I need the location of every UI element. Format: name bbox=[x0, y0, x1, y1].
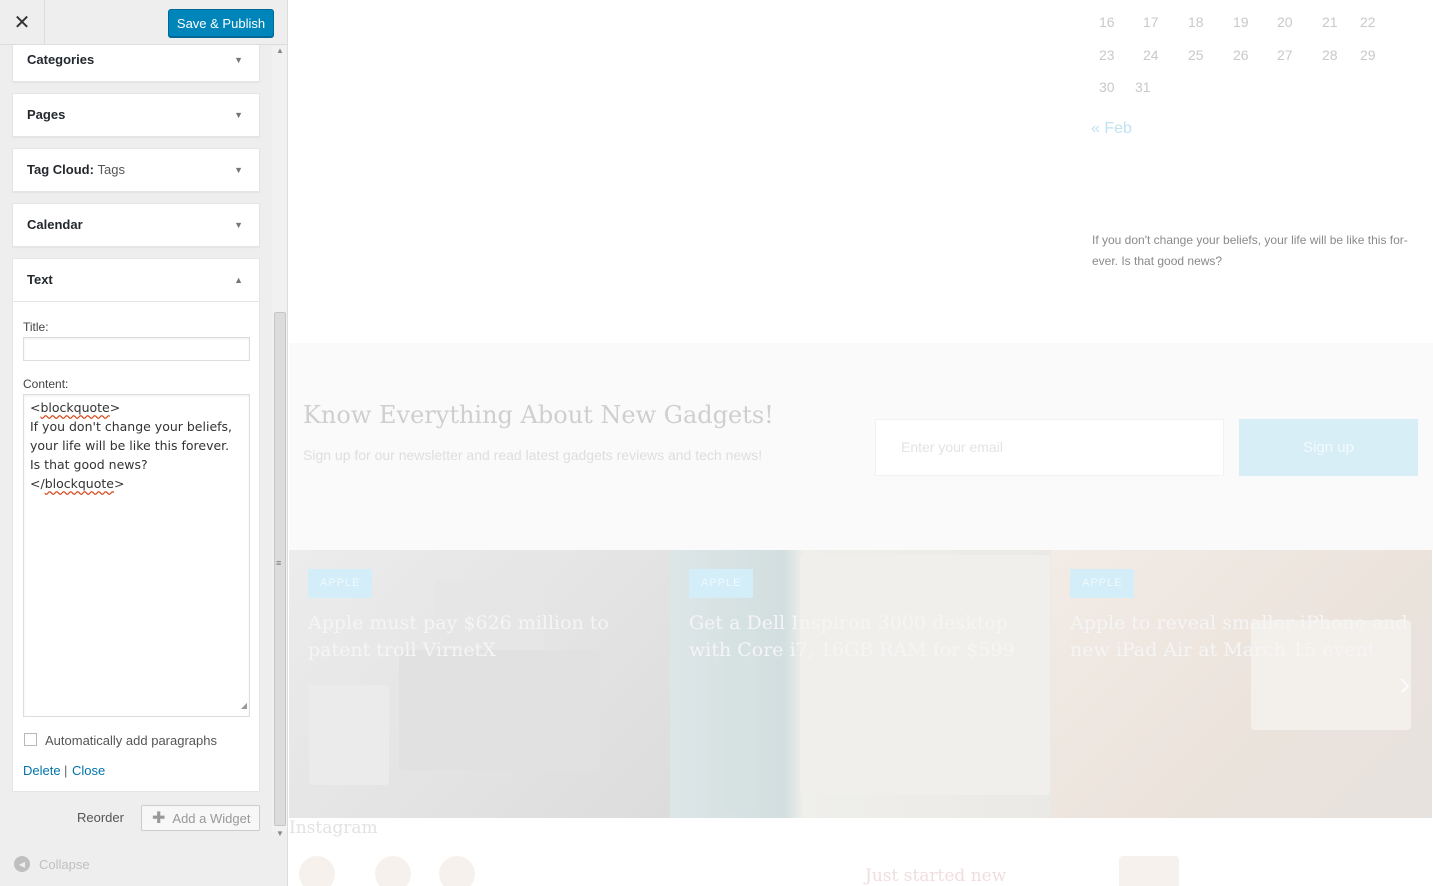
scroll-thumb[interactable]: ≡ bbox=[274, 312, 286, 826]
calendar-day: 27 bbox=[1277, 47, 1293, 63]
slide-title[interactable]: Apple must pay $626 million to patent tr… bbox=[308, 610, 658, 664]
slide-title[interactable]: Get a Dell Inspiron 3000 desktop with Co… bbox=[689, 610, 1039, 664]
instagram-heading: Instagram bbox=[289, 818, 378, 838]
category-tag[interactable]: APPLE bbox=[308, 569, 373, 598]
slider-prev-arrow-icon[interactable]: ‹ bbox=[303, 670, 313, 704]
laptop-image bbox=[399, 650, 599, 770]
resize-handle-icon[interactable]: ◢ bbox=[241, 696, 247, 715]
sidebar-scrollbar[interactable]: ▲ ≡ ▼ bbox=[272, 46, 287, 838]
instagram-feed: Just started new bbox=[289, 846, 1433, 886]
expand-arrow-icon[interactable]: ▼ bbox=[234, 39, 243, 81]
expand-arrow-icon[interactable]: ▼ bbox=[234, 94, 243, 136]
newsletter-section: Know Everything About New Gadgets! Sign … bbox=[289, 343, 1433, 550]
slide-title[interactable]: Apple to reveal smaller iPhone and new i… bbox=[1070, 610, 1420, 664]
widget-title: Calendar bbox=[27, 217, 83, 232]
instagram-thumb[interactable] bbox=[299, 856, 335, 886]
calendar-day: 25 bbox=[1188, 47, 1204, 63]
reorder-link[interactable]: Reorder bbox=[77, 810, 124, 825]
customizer-sidebar: ✕ Save & Publish Categories ▼ Pages ▼ Ta… bbox=[0, 0, 288, 886]
content-line: </blockquote> bbox=[30, 474, 243, 493]
calendar-day: 26 bbox=[1233, 47, 1249, 63]
add-widget-label: Add a Widget bbox=[172, 810, 251, 826]
calendar-day: 20 bbox=[1277, 14, 1293, 30]
calendar-day: 16 bbox=[1099, 14, 1115, 30]
widget-title: Tag Cloud: Tags bbox=[27, 149, 125, 191]
category-tag[interactable]: APPLE bbox=[1070, 569, 1135, 598]
notebook-image bbox=[309, 685, 389, 785]
widget-pages[interactable]: Pages ▼ bbox=[12, 93, 260, 137]
plus-icon: ✚ bbox=[152, 810, 166, 827]
auto-paragraphs-label: Automatically add paragraphs bbox=[45, 733, 217, 748]
title-input[interactable] bbox=[23, 337, 250, 361]
quote-text: If you don't change your beliefs, your l… bbox=[1092, 233, 1408, 268]
collapse-arrow-icon[interactable]: ▲ bbox=[234, 259, 243, 301]
content-line: <blockquote> bbox=[30, 398, 243, 417]
calendar-day: 24 bbox=[1143, 47, 1159, 63]
widget-title: Text bbox=[27, 272, 53, 287]
scroll-up-arrow-icon[interactable]: ▲ bbox=[276, 46, 284, 55]
title-label: Title: bbox=[23, 320, 49, 334]
calendar-day: 22 bbox=[1360, 14, 1376, 30]
collapse-label: Collapse bbox=[39, 856, 90, 872]
customizer-header: ✕ Save & Publish bbox=[0, 0, 287, 45]
widget-text: Text ▲ Title: Content: <blockquote> If yo… bbox=[12, 258, 260, 792]
category-tag[interactable]: APPLE bbox=[689, 569, 754, 598]
delete-link[interactable]: Delete bbox=[23, 763, 61, 778]
misspelled-word: blockquote bbox=[40, 400, 110, 415]
newsletter-email-input[interactable]: Enter your email bbox=[875, 419, 1224, 476]
calendar-day: 23 bbox=[1099, 47, 1115, 63]
content-line: your life will be like this forever. bbox=[30, 438, 230, 453]
close-link[interactable]: Close bbox=[72, 763, 105, 778]
collapse-sidebar-button[interactable]: ◀ Collapse bbox=[14, 856, 90, 872]
widget-text-header[interactable]: Text ▲ bbox=[13, 259, 259, 302]
scroll-grip-icon: ≡ bbox=[276, 558, 282, 568]
content-label: Content: bbox=[23, 377, 69, 391]
slide-card[interactable]: APPLE Apple must pay $626 million to pat… bbox=[289, 550, 670, 818]
calendar-day: 18 bbox=[1188, 14, 1204, 30]
slide-card[interactable]: APPLE Get a Dell Inspiron 3000 desktop w… bbox=[670, 550, 1051, 818]
newsletter-subtitle: Sign up for our newsletter and read late… bbox=[303, 447, 763, 463]
auto-paragraphs-checkbox[interactable] bbox=[24, 733, 37, 746]
widget-tag-cloud[interactable]: Tag Cloud: Tags ▼ bbox=[12, 148, 260, 192]
content-line-0: <blockquote> bbox=[30, 400, 121, 415]
collapse-arrow-icon: ◀ bbox=[14, 856, 30, 872]
save-publish-button[interactable]: Save & Publish bbox=[168, 9, 274, 37]
expand-arrow-icon[interactable]: ▼ bbox=[234, 149, 243, 191]
calendar-day: 19 bbox=[1233, 14, 1249, 30]
content-line: If you don't change your beliefs, bbox=[30, 419, 233, 434]
add-widget-button[interactable]: ✚ Add a Widget bbox=[141, 805, 260, 831]
content-line: Is that good news? bbox=[30, 457, 148, 472]
calendar-day: 28 bbox=[1322, 47, 1338, 63]
scroll-down-arrow-icon[interactable]: ▼ bbox=[276, 829, 284, 838]
content-line-4: </blockquote> bbox=[30, 476, 125, 491]
close-icon: ✕ bbox=[13, 12, 31, 34]
post-slider: APPLE Apple must pay $626 million to pat… bbox=[289, 550, 1433, 818]
link-separator: | bbox=[64, 763, 68, 778]
calendar-day: 17 bbox=[1143, 14, 1159, 30]
calendar-day: 21 bbox=[1322, 14, 1338, 30]
misspelled-word: blockquote bbox=[44, 476, 114, 491]
slide-card[interactable]: APPLE Apple to reveal smaller iPhone and… bbox=[1051, 550, 1432, 818]
calendar-day: 31 bbox=[1135, 79, 1151, 95]
desktop-image bbox=[800, 555, 1050, 795]
instagram-caption: Just started new bbox=[865, 866, 1007, 886]
calendar-prev-month-link[interactable]: « Feb bbox=[1091, 120, 1132, 138]
instagram-thumb[interactable] bbox=[1119, 856, 1179, 886]
calendar-day: 30 bbox=[1099, 79, 1115, 95]
expand-arrow-icon[interactable]: ▼ bbox=[234, 204, 243, 246]
slider-next-arrow-icon[interactable]: › bbox=[1399, 665, 1410, 704]
close-customizer-button[interactable]: ✕ bbox=[0, 0, 45, 45]
widget-title-main: Tag Cloud: bbox=[27, 162, 94, 177]
instagram-thumb[interactable] bbox=[375, 856, 411, 886]
widget-calendar[interactable]: Calendar ▼ bbox=[12, 203, 260, 247]
widget-title-sub: Tags bbox=[97, 162, 126, 177]
content-textarea[interactable]: <blockquote> If you don't change your bel… bbox=[23, 394, 250, 717]
widget-title: Pages bbox=[27, 107, 66, 122]
instagram-thumb[interactable] bbox=[439, 856, 475, 886]
site-preview: 16 17 18 19 20 21 22 23 24 25 26 27 28 2… bbox=[289, 0, 1433, 886]
newsletter-title: Know Everything About New Gadgets! bbox=[303, 401, 774, 429]
newsletter-signup-button[interactable]: Sign up bbox=[1239, 419, 1418, 476]
widget-title: Categories bbox=[27, 52, 95, 67]
calendar-day: 29 bbox=[1360, 47, 1376, 63]
